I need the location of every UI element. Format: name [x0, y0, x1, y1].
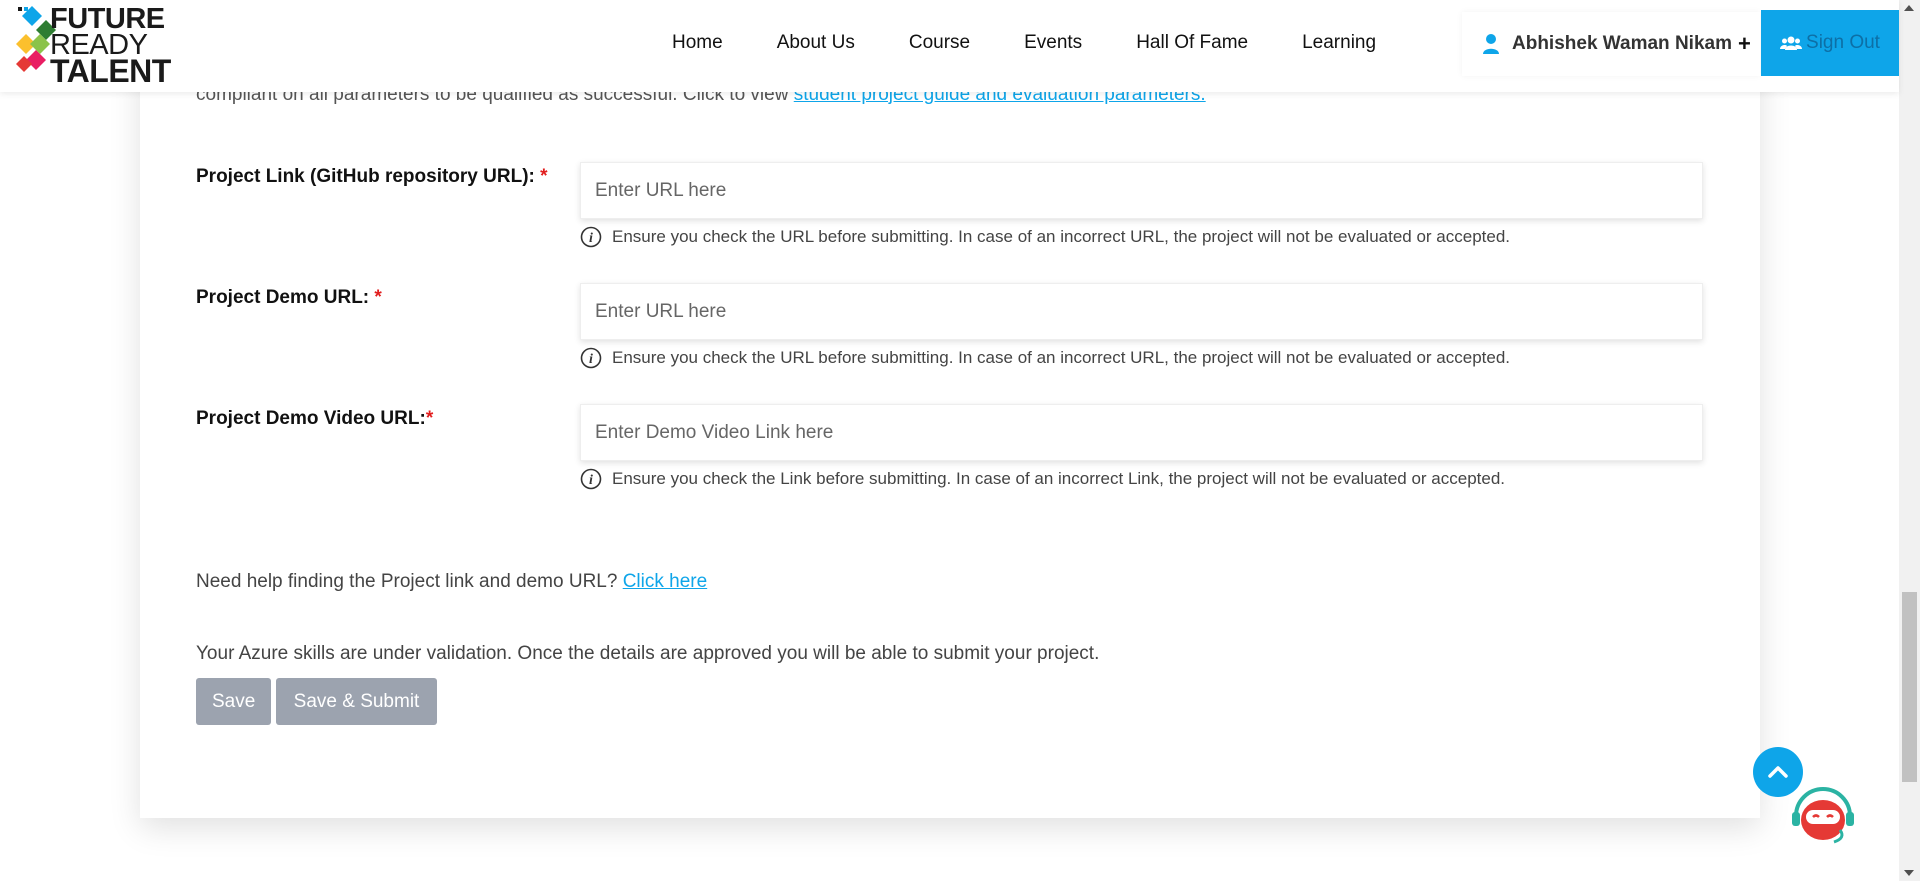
site-header: FUTURE READY TALENT Home About Us Course…: [0, 0, 1899, 92]
required-asterisk: *: [425, 408, 434, 429]
demo-url-input[interactable]: [580, 283, 1703, 340]
nav-events[interactable]: Events: [1024, 32, 1082, 54]
demo-url-hint-text: Ensure you check the URL before submitti…: [612, 348, 1511, 367]
sign-out-label: Sign Out: [1806, 32, 1880, 53]
github-url-label-text: Project Link (GitHub repository URL):: [196, 166, 541, 187]
demo-url-label: Project Demo URL: *: [196, 287, 382, 309]
nav-learning[interactable]: Learning: [1302, 32, 1376, 54]
github-url-input[interactable]: [580, 162, 1703, 219]
chevron-up-icon: [1768, 766, 1788, 778]
main-nav: Home About Us Course Events Hall Of Fame…: [672, 0, 1376, 86]
users-icon: [1780, 36, 1803, 50]
help-text-body: Need help finding the Project link and d…: [196, 571, 623, 592]
info-icon: i: [580, 347, 602, 369]
future-ready-talent-logo[interactable]: FUTURE READY TALENT: [14, 4, 171, 87]
svg-text:i: i: [589, 473, 593, 488]
logo-text: FUTURE READY TALENT: [50, 5, 171, 89]
demo-video-url-label: Project Demo Video URL:*: [196, 408, 433, 430]
chatbot-icon[interactable]: [1788, 780, 1858, 850]
required-asterisk: *: [374, 287, 382, 308]
sign-out-button[interactable]: Sign Out: [1761, 10, 1899, 76]
info-icon: i: [580, 468, 602, 490]
github-url-hint: i Ensure you check the URL before submit…: [580, 226, 1510, 248]
demo-video-url-label-text: Project Demo Video URL:: [196, 408, 426, 429]
save-submit-button[interactable]: Save & Submit: [276, 678, 437, 725]
demo-url-label-text: Project Demo URL:: [196, 287, 375, 308]
robot-assistant-icon: [1792, 787, 1854, 844]
svg-text:i: i: [589, 231, 593, 246]
info-icon: i: [580, 226, 602, 248]
demo-video-url-input[interactable]: [580, 404, 1703, 461]
demo-video-url-hint: i Ensure you check the Link before submi…: [580, 468, 1505, 490]
nav-about-us[interactable]: About Us: [777, 32, 855, 54]
save-button[interactable]: Save: [196, 678, 271, 725]
nav-course[interactable]: Course: [909, 32, 970, 54]
help-text: Need help finding the Project link and d…: [196, 571, 707, 593]
scroll-down-arrow-icon[interactable]: [1904, 870, 1914, 876]
user-name: Abhishek Waman Nikam: [1512, 33, 1732, 54]
github-url-label: Project Link (GitHub repository URL): *: [196, 166, 548, 188]
nav-home[interactable]: Home: [672, 32, 723, 54]
demo-url-hint: i Ensure you check the URL before submit…: [580, 347, 1510, 369]
plus-icon: +: [1737, 31, 1751, 56]
nav-hall-of-fame[interactable]: Hall Of Fame: [1136, 32, 1248, 54]
scrollbar-thumb[interactable]: [1902, 592, 1917, 782]
user-menu[interactable]: Abhishek Waman Nikam +: [1462, 12, 1760, 76]
logo-text-talent: TALENT: [50, 53, 171, 89]
required-asterisk: *: [540, 166, 548, 187]
scroll-up-arrow-icon[interactable]: [1904, 5, 1914, 11]
user-icon: [1483, 34, 1499, 54]
github-url-hint-text: Ensure you check the URL before submitti…: [612, 227, 1511, 246]
page-scrollbar[interactable]: [1899, 0, 1920, 881]
help-click-here-link[interactable]: Click here: [623, 571, 707, 592]
demo-video-url-hint-text: Ensure you check the Link before submitt…: [612, 469, 1506, 488]
svg-text:i: i: [589, 352, 593, 367]
validation-status-message: Your Azure skills are under validation. …: [196, 643, 1100, 664]
